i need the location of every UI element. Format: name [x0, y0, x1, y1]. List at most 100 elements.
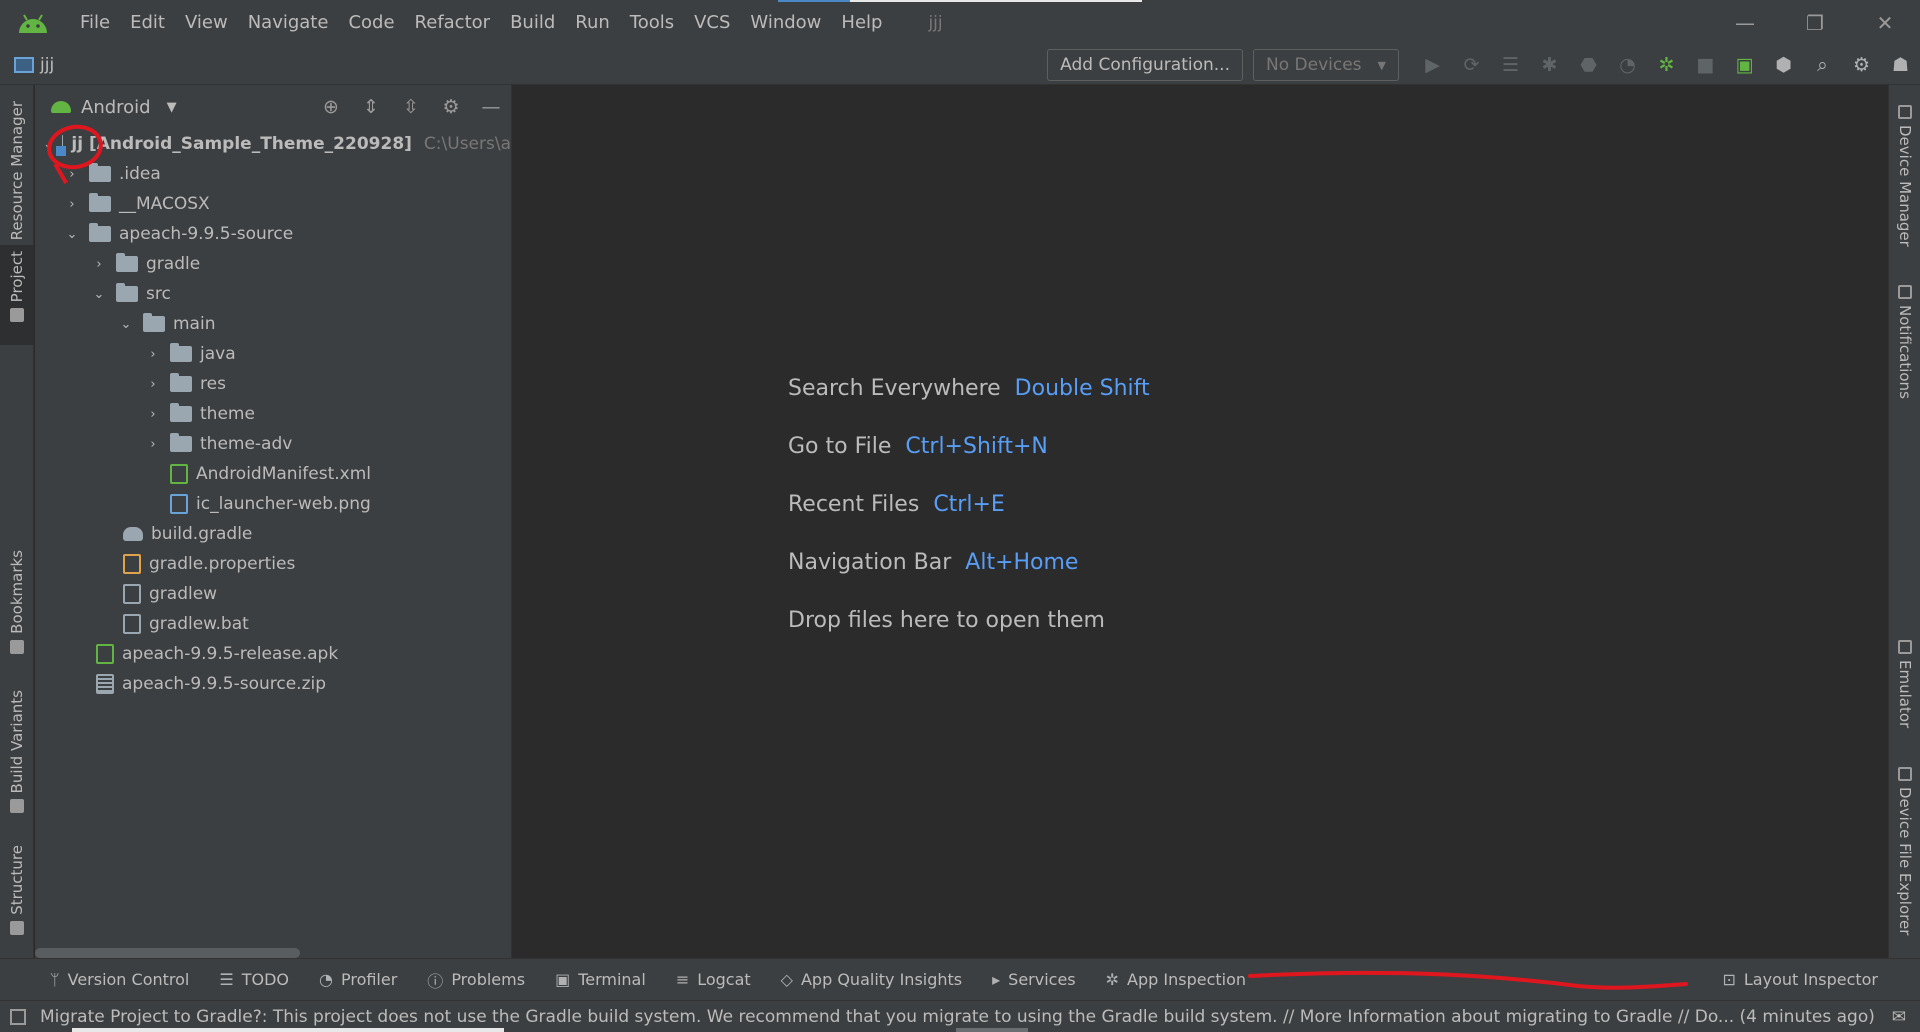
gear-icon[interactable]: ⚙: [431, 96, 471, 118]
locate-file-icon[interactable]: ⊕: [311, 96, 351, 118]
tree-row-path: C:\Users\a: [423, 134, 511, 154]
tree-row-theme-adv[interactable]: › theme-adv: [35, 429, 511, 459]
tab-problems[interactable]: ⓘ Problems: [427, 968, 525, 992]
chevron-right-icon[interactable]: ›: [144, 437, 162, 452]
tab-app-inspection[interactable]: ✲ App Inspection: [1106, 970, 1246, 989]
chevron-right-icon[interactable]: ›: [90, 257, 108, 272]
list-icon: ☰: [219, 970, 234, 989]
chevron-right-icon[interactable]: ›: [144, 377, 162, 392]
breadcrumb[interactable]: jjj: [14, 55, 54, 75]
tree-row-gradlew-bat[interactable]: gradlew.bat: [35, 609, 511, 639]
collapse-all-icon[interactable]: ⇳: [391, 96, 431, 118]
tree-row-source-zip[interactable]: apeach-9.9.5-source.zip: [35, 669, 511, 699]
tab-build-variants[interactable]: Build Variants: [0, 690, 34, 814]
script-file-icon: [123, 584, 141, 604]
android-icon: [51, 101, 71, 113]
tree-row-gradle-folder[interactable]: › gradle: [35, 249, 511, 279]
profile-icon[interactable]: ◔: [1608, 49, 1647, 81]
menu-file[interactable]: File: [70, 12, 120, 33]
tab-version-control[interactable]: ᛘ Version Control: [50, 970, 189, 989]
chevron-down-icon[interactable]: ⌄: [63, 227, 81, 242]
tree-row-launcher-png[interactable]: ic_launcher-web.png: [35, 489, 511, 519]
sdk-manager-icon[interactable]: ⬢: [1764, 49, 1803, 81]
tree-row-java[interactable]: › java: [35, 339, 511, 369]
tab-notifications[interactable]: Notifications: [1889, 285, 1920, 399]
tree-row-macosx[interactable]: › __MACOSX: [35, 189, 511, 219]
tab-bookmarks-label: Bookmarks: [8, 550, 26, 634]
menu-vcs[interactable]: VCS: [684, 12, 740, 33]
add-configuration-button[interactable]: Add Configuration...: [1047, 49, 1243, 81]
hide-panel-icon[interactable]: —: [471, 96, 511, 118]
chevron-right-icon[interactable]: ›: [144, 407, 162, 422]
tree-row-src[interactable]: ⌄ src: [35, 279, 511, 309]
tab-project[interactable]: Project: [0, 245, 34, 345]
tab-terminal[interactable]: ▣ Terminal: [555, 970, 646, 989]
tab-services[interactable]: ▸ Services: [992, 970, 1076, 989]
tab-label: Layout Inspector: [1743, 970, 1878, 989]
folder-icon: [170, 433, 192, 452]
menu-help[interactable]: Help: [831, 12, 892, 33]
menu-window[interactable]: Window: [740, 12, 831, 33]
window-title: jjj: [928, 12, 943, 33]
rerun-icon[interactable]: ⟳: [1452, 49, 1491, 81]
tab-resource-manager[interactable]: Resource Manager: [0, 101, 34, 261]
avatar-icon[interactable]: ☗: [1881, 49, 1920, 81]
tab-layout-inspector[interactable]: ⊡ Layout Inspector: [1722, 970, 1878, 989]
tree-row-release-apk[interactable]: apeach-9.9.5-release.apk: [35, 639, 511, 669]
tab-device-manager[interactable]: Device Manager: [1889, 105, 1920, 247]
status-message[interactable]: Migrate Project to Gradle?: This project…: [40, 1007, 1875, 1027]
event-log-icon[interactable]: ✉: [1892, 1007, 1906, 1027]
search-icon[interactable]: ⌕: [1803, 49, 1842, 81]
tree-row-res[interactable]: › res: [35, 369, 511, 399]
minimize-button[interactable]: —: [1710, 11, 1780, 35]
device-selector[interactable]: No Devices ▼: [1253, 49, 1399, 81]
chevron-down-icon[interactable]: ⌄: [117, 317, 135, 332]
tree-row-apeach-source[interactable]: ⌄ apeach-9.9.5-source: [35, 219, 511, 249]
tree-row-theme[interactable]: › theme: [35, 399, 511, 429]
toolbar-actions: Add Configuration... No Devices ▼ ▶ ⟳ ☰ …: [1047, 45, 1920, 85]
device-manager-icon[interactable]: ▣: [1725, 49, 1764, 81]
expand-all-icon[interactable]: ⇕: [351, 96, 391, 118]
gear-icon[interactable]: ⚙: [1842, 49, 1881, 81]
tree-row-gradle-properties[interactable]: gradle.properties: [35, 549, 511, 579]
menu-view[interactable]: View: [175, 12, 238, 33]
menu-refactor[interactable]: Refactor: [405, 12, 501, 33]
tree-row-project-root[interactable]: ⌄ jj [Android_Sample_Theme_220928] C:\Us…: [35, 129, 511, 159]
tree-row-gradlew[interactable]: gradlew: [35, 579, 511, 609]
apply-changes-icon[interactable]: ☰: [1491, 49, 1530, 81]
tab-emulator[interactable]: Emulator: [1889, 640, 1920, 728]
stop-icon[interactable]: ■: [1686, 49, 1725, 81]
close-button[interactable]: ✕: [1850, 11, 1920, 35]
tab-todo[interactable]: ☰ TODO: [219, 970, 289, 989]
tree-row-main[interactable]: ⌄ main: [35, 309, 511, 339]
debug-icon[interactable]: ✱: [1530, 49, 1569, 81]
restore-button[interactable]: ❐: [1780, 11, 1850, 35]
project-view-selector[interactable]: Android: [81, 97, 151, 118]
menu-edit[interactable]: Edit: [120, 12, 175, 33]
tab-label: Version Control: [67, 970, 190, 989]
tab-bookmarks[interactable]: Bookmarks: [0, 550, 34, 654]
menu-tools[interactable]: Tools: [620, 12, 684, 33]
run-icon[interactable]: ▶: [1413, 49, 1452, 81]
chevron-right-icon[interactable]: ›: [63, 197, 81, 212]
menu-navigate[interactable]: Navigate: [238, 12, 339, 33]
tab-structure[interactable]: Structure: [0, 845, 34, 935]
app-inspection-bug-icon[interactable]: ✲: [1647, 49, 1686, 81]
tab-profiler[interactable]: ◔ Profiler: [319, 970, 397, 989]
tree-row-android-manifest[interactable]: AndroidManifest.xml: [35, 459, 511, 489]
menu-build[interactable]: Build: [500, 12, 565, 33]
horizontal-scrollbar[interactable]: [35, 948, 300, 958]
chevron-right-icon[interactable]: ›: [144, 347, 162, 362]
attach-debugger-icon[interactable]: ⬣: [1569, 49, 1608, 81]
tab-logcat[interactable]: ≡ Logcat: [676, 970, 751, 989]
tab-device-file-explorer[interactable]: Device File Explorer: [1889, 767, 1920, 935]
tree-row-idea[interactable]: › .idea: [35, 159, 511, 189]
tree-row-build-gradle[interactable]: build.gradle: [35, 519, 511, 549]
menu-run[interactable]: Run: [565, 12, 620, 33]
menu-bar: File Edit View Navigate Code Refactor Bu…: [0, 0, 1920, 45]
tab-app-quality-insights[interactable]: ◇ App Quality Insights: [781, 970, 962, 989]
menu-code[interactable]: Code: [338, 12, 404, 33]
chevron-down-icon[interactable]: ▼: [167, 100, 177, 115]
chevron-down-icon[interactable]: ⌄: [90, 287, 108, 302]
toggle-tool-windows-icon[interactable]: [10, 1008, 26, 1025]
